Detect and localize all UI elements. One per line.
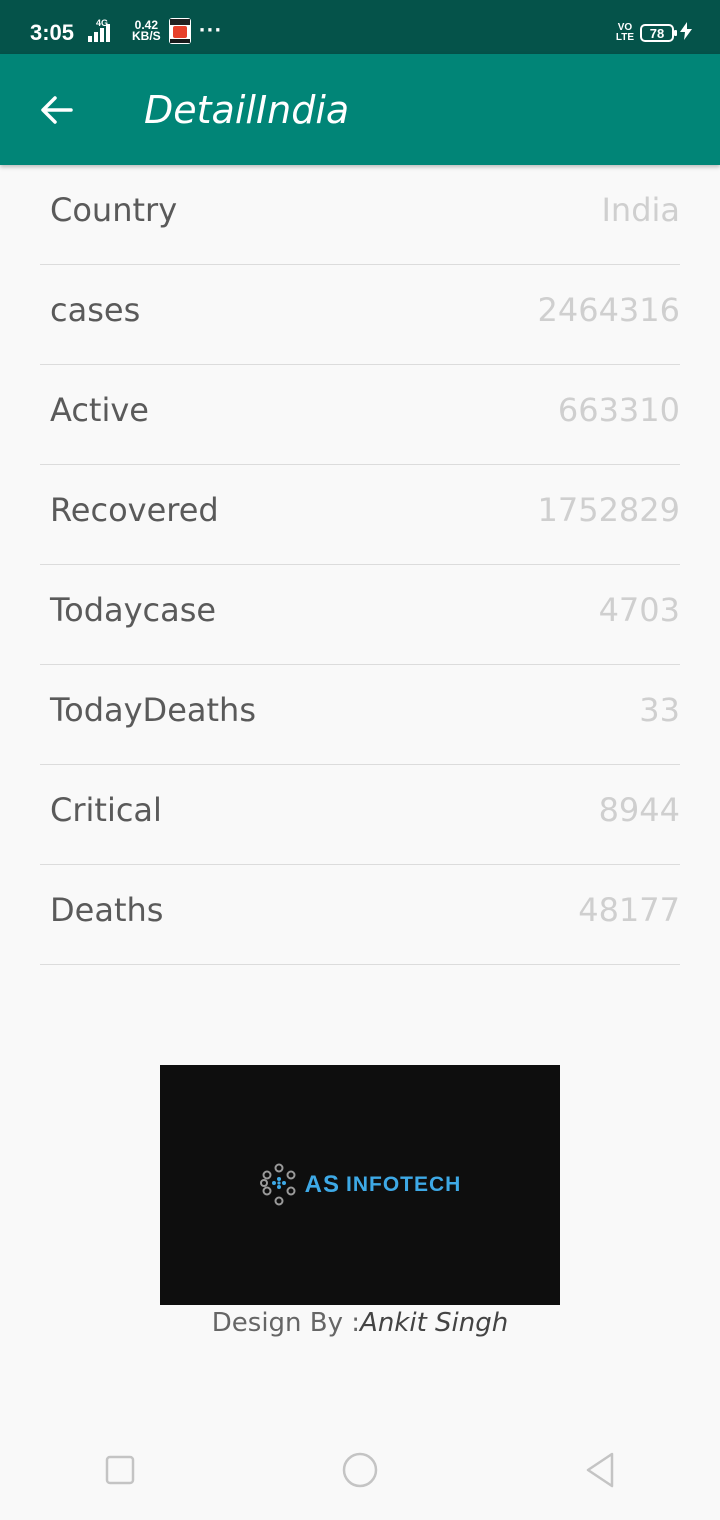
triangle-back-icon <box>586 1452 614 1488</box>
credit-name: Ankit Singh <box>360 1308 509 1338</box>
signal-icon: 4G <box>88 18 124 46</box>
design-credit: Design By :Ankit Singh <box>0 1308 720 1338</box>
row-value: 8944 <box>598 791 680 829</box>
volte-icon: VO LTE <box>616 23 634 43</box>
circle-icon <box>342 1452 378 1488</box>
credit-prefix: Design By : <box>211 1308 361 1338</box>
status-time: 3:05 <box>30 20 75 45</box>
back-button[interactable] <box>36 90 76 130</box>
page-title: DetailIndia <box>144 88 350 132</box>
detail-list: Country India cases 2464316 Active 66331… <box>40 165 680 965</box>
back-nav-button[interactable] <box>570 1440 630 1500</box>
speed-unit: KB/S <box>132 29 161 43</box>
detail-row-active: Active 663310 <box>40 365 680 465</box>
row-label: Deaths <box>50 891 164 929</box>
detail-row-cases: cases 2464316 <box>40 265 680 365</box>
row-value: 48177 <box>578 891 680 929</box>
detail-row-recovered: Recovered 1752829 <box>40 465 680 565</box>
row-label: Country <box>50 191 178 229</box>
square-icon <box>105 1455 135 1485</box>
battery-level: 78 <box>649 25 665 41</box>
detail-row-critical: Critical 8944 <box>40 765 680 865</box>
status-bar: 3:05 4G 0.42 KB/S ··· VO LTE 78 <box>0 0 720 54</box>
status-right-icons: VO LTE 78 <box>616 22 692 44</box>
volte-bottom: LTE <box>615 32 634 43</box>
dots-logo-icon <box>259 1163 296 1206</box>
row-value: 33 <box>639 691 680 729</box>
logo: AS INFOTECH <box>259 1163 462 1207</box>
detail-row-todaycase: Todaycase 4703 <box>40 565 680 665</box>
row-label: cases <box>50 291 141 329</box>
arrow-left-icon <box>41 96 73 124</box>
logo-banner: AS INFOTECH <box>160 1065 560 1305</box>
home-button[interactable] <box>330 1440 390 1500</box>
recents-button[interactable] <box>90 1440 150 1500</box>
battery-icon: 78 <box>640 24 677 42</box>
logo-brand: AS <box>304 1171 340 1198</box>
more-notifications-icon: ··· <box>198 20 223 41</box>
detail-row-country: Country India <box>40 165 680 265</box>
sony-liv-icon <box>168 18 191 44</box>
row-label: Active <box>50 391 149 429</box>
row-value: 1752829 <box>537 491 680 529</box>
row-label: TodayDeaths <box>50 691 256 729</box>
app-bar: DetailIndia <box>0 54 720 165</box>
row-value: 2464316 <box>537 291 680 329</box>
row-value: 663310 <box>557 391 680 429</box>
row-value: India <box>601 191 680 229</box>
signal-bars <box>88 24 110 42</box>
logo-text: INFOTECH <box>346 1173 462 1196</box>
detail-row-deaths: Deaths 48177 <box>40 865 680 965</box>
row-label: Recovered <box>50 491 219 529</box>
detail-row-todaydeaths: TodayDeaths 33 <box>40 665 680 765</box>
row-label: Todaycase <box>50 591 217 629</box>
charging-icon <box>680 22 692 44</box>
status-left-icons: 4G 0.42 KB/S ··· <box>88 18 222 46</box>
network-speed: 0.42 KB/S <box>132 19 161 43</box>
row-value: 4703 <box>598 591 680 629</box>
row-label: Critical <box>50 791 162 829</box>
nav-bar <box>0 1420 720 1520</box>
